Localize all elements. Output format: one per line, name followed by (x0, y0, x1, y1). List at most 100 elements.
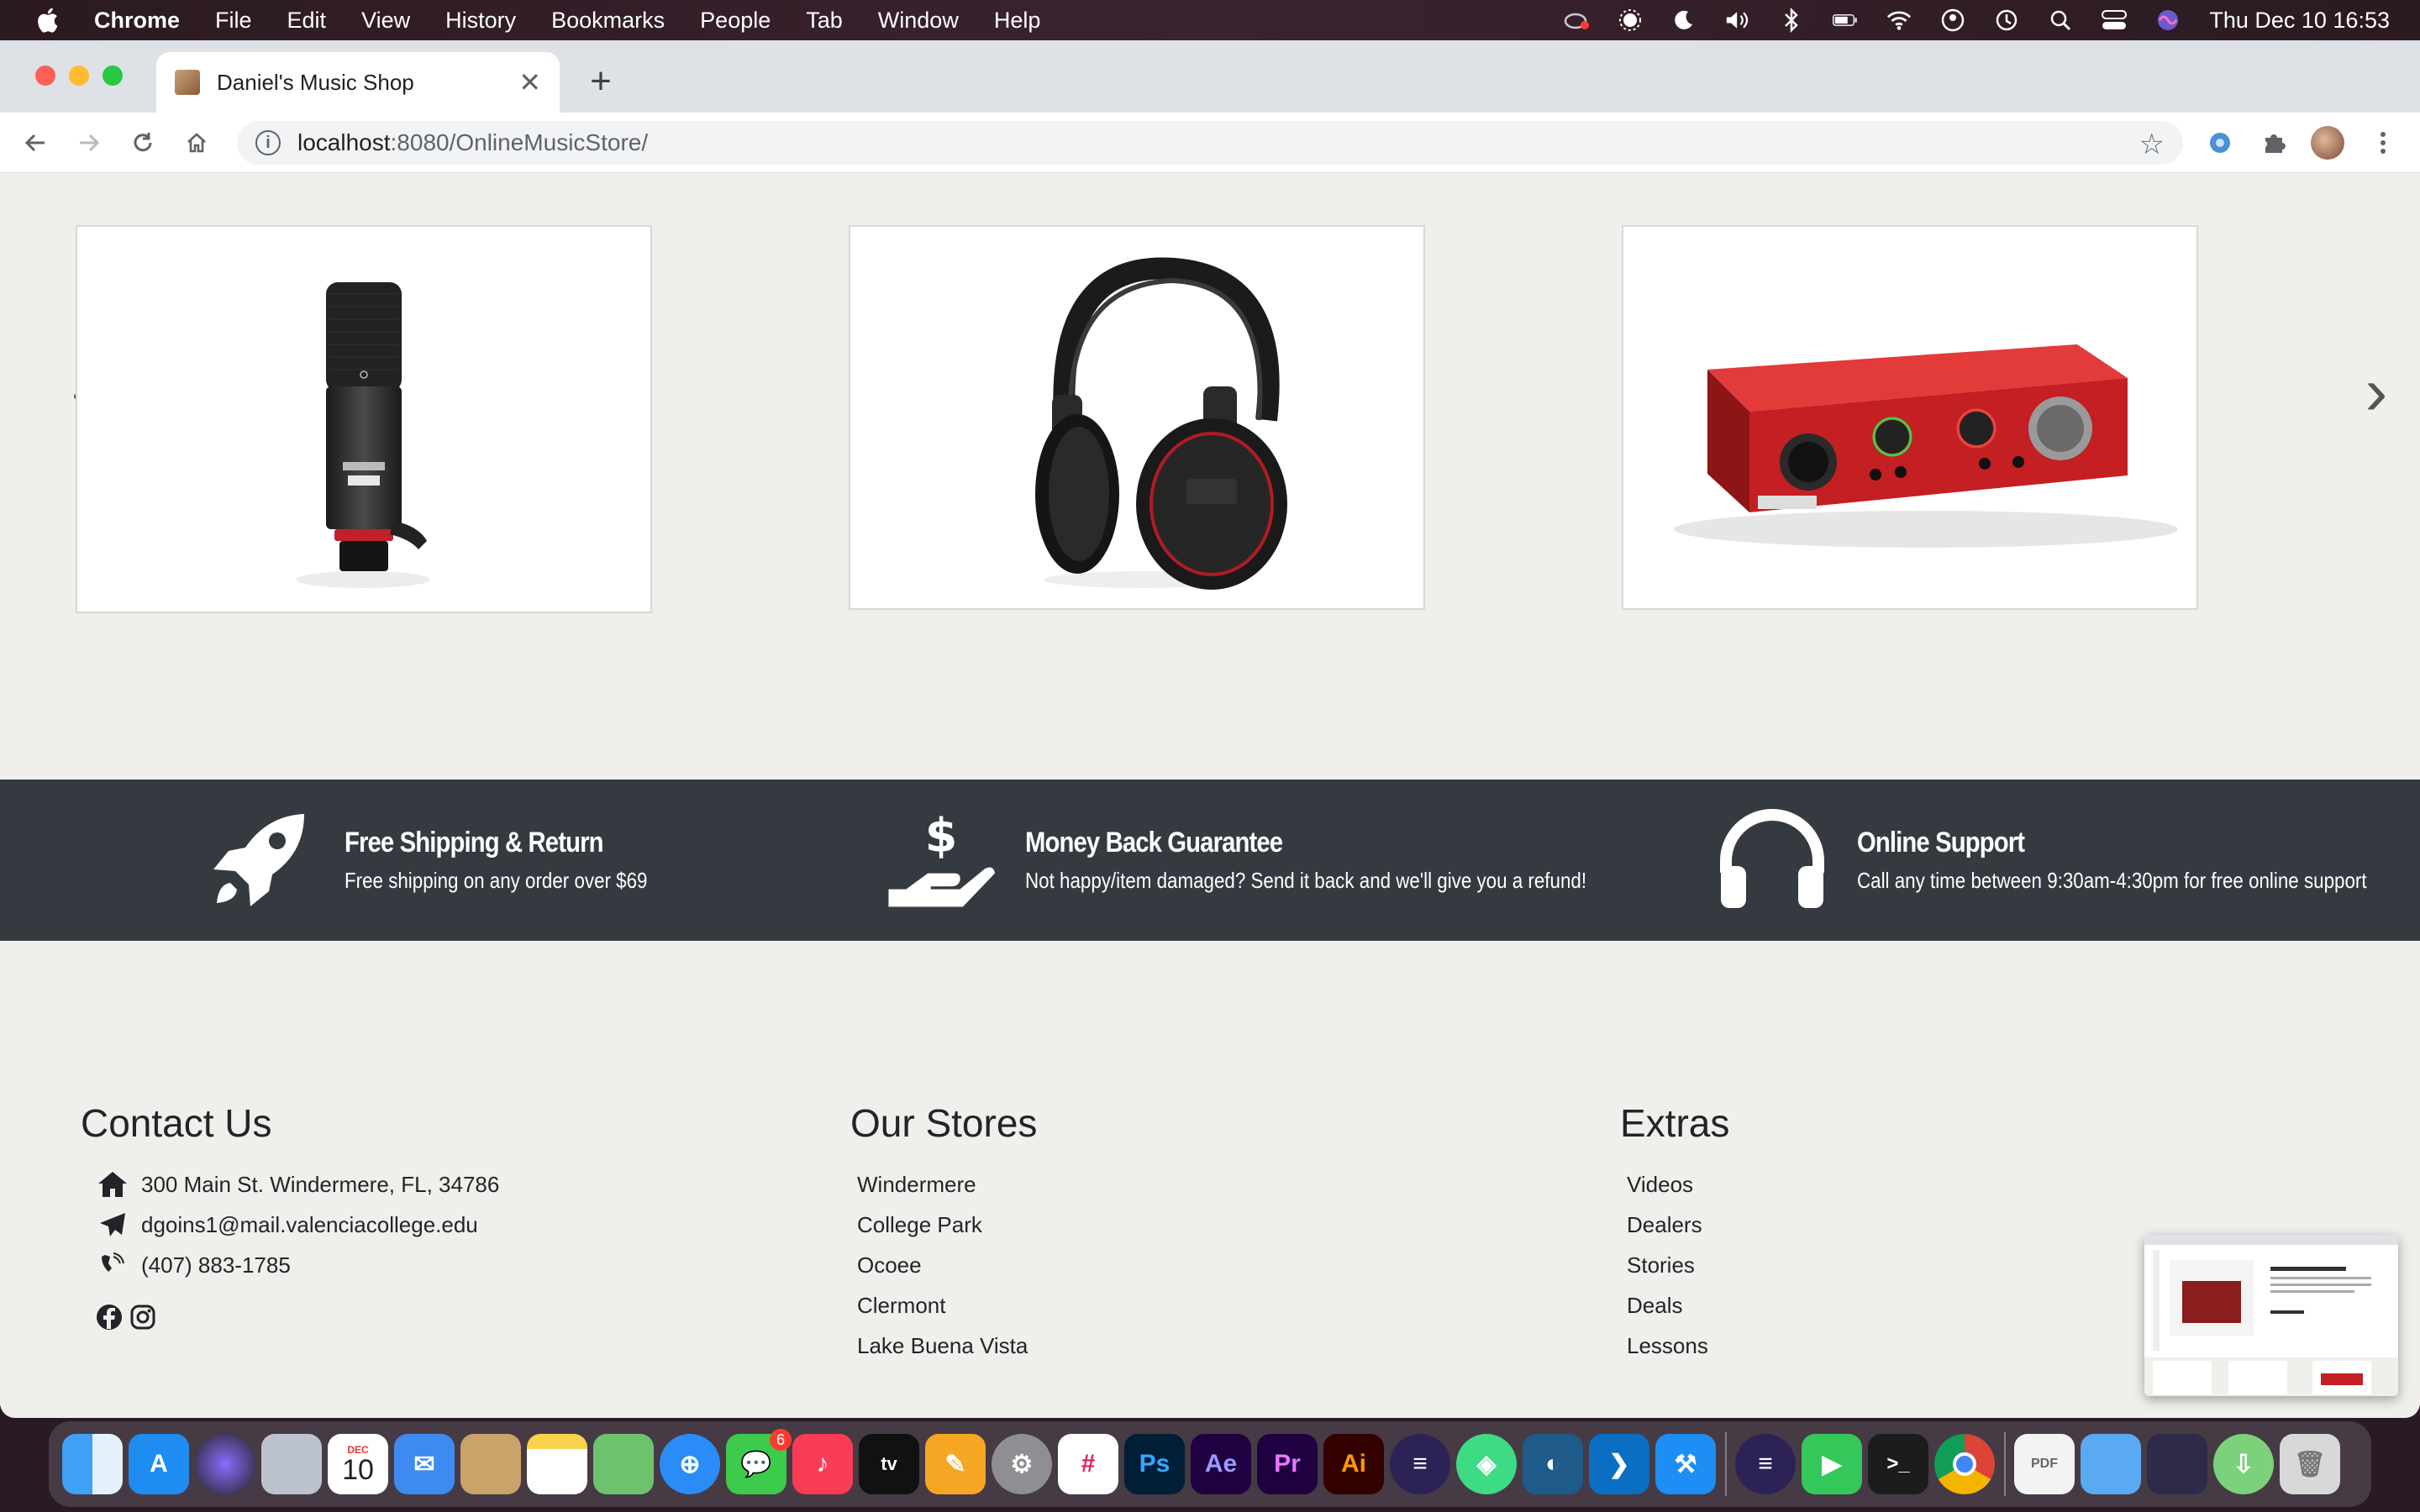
menubar-clock[interactable]: Thu Dec 10 16:53 (2209, 8, 2390, 34)
carousel-next-arrow-icon[interactable]: › (2351, 358, 2402, 425)
menu-edit[interactable]: Edit (287, 8, 327, 34)
messages-icon[interactable]: 💬 6 (726, 1429, 792, 1494)
extras-link[interactable]: Videos (1620, 1164, 1729, 1205)
menu-window[interactable]: Window (878, 8, 959, 34)
screenshot-stack-icon[interactable] (2147, 1434, 2207, 1494)
contact-email-text[interactable]: dgoins1@mail.valenciacollege.edu (141, 1212, 478, 1238)
menu-view[interactable]: View (361, 8, 410, 34)
trash-icon[interactable]: 🗑 (2280, 1434, 2340, 1494)
bluetooth-icon[interactable] (1779, 8, 1804, 33)
footer-heading-stores: Our Stores (850, 1101, 1038, 1145)
control-center-icon[interactable] (2102, 8, 2128, 33)
wifi-icon[interactable] (1886, 8, 1912, 33)
time-machine-icon[interactable] (1994, 8, 2019, 33)
launchpad-icon[interactable] (261, 1434, 322, 1494)
creative-cloud-icon[interactable] (1564, 8, 1590, 33)
brightness-icon[interactable] (1618, 8, 1643, 33)
store-link[interactable]: Clermont (850, 1285, 1037, 1326)
illustrator-icon[interactable]: Ai (1323, 1434, 1384, 1494)
back-button[interactable] (17, 124, 54, 161)
contact-phone-text[interactable]: (407) 883-1785 (141, 1252, 291, 1278)
extras-link[interactable]: Lessons (1620, 1326, 1729, 1366)
product-card-audio-interface[interactable] (1622, 225, 2198, 610)
address-bar[interactable]: i localhost:8080/OnlineMusicStore/ ☆ (237, 121, 2183, 165)
extension-gear-icon[interactable] (2202, 124, 2238, 161)
tv-icon[interactable]: tv (859, 1434, 919, 1494)
close-tab-icon[interactable]: ✕ (518, 66, 541, 98)
music-icon[interactable]: ♪ (792, 1434, 853, 1494)
minimize-window-button[interactable] (69, 66, 89, 86)
feature-title: Online Support (1857, 827, 2025, 858)
safari-icon[interactable]: ⊕ (660, 1434, 720, 1494)
vscode-icon[interactable]: ❯ (1589, 1434, 1649, 1494)
mysql-workbench-icon[interactable]: ◐ (1523, 1434, 1583, 1494)
site-info-icon[interactable]: i (255, 130, 281, 155)
apple-logo-icon[interactable] (34, 5, 64, 35)
finder-icon[interactable] (62, 1434, 123, 1494)
extras-link[interactable]: Stories (1620, 1245, 1729, 1285)
screenshot-thumbnail[interactable] (2144, 1235, 2398, 1396)
eclipse-2-icon[interactable]: ≡ (1735, 1434, 1796, 1494)
menu-help[interactable]: Help (994, 8, 1041, 34)
facetime-icon[interactable]: ▶ (1802, 1434, 1862, 1494)
product-card-headphones[interactable] (849, 225, 1425, 610)
bookmark-star-icon[interactable]: ☆ (2139, 128, 2165, 161)
menu-bookmarks[interactable]: Bookmarks (551, 8, 665, 34)
chrome-icon[interactable] (1934, 1434, 1995, 1494)
profile-avatar[interactable] (2311, 126, 2344, 160)
siri-app-icon[interactable] (195, 1434, 255, 1494)
menu-people[interactable]: People (700, 8, 771, 34)
android-studio-icon[interactable]: ◈ (1456, 1434, 1517, 1494)
extras-link[interactable]: Dealers (1620, 1205, 1729, 1245)
menu-tab[interactable]: Tab (806, 8, 843, 34)
store-link[interactable]: Windermere (850, 1164, 1037, 1205)
contacts-icon[interactable] (460, 1434, 521, 1494)
mail-icon[interactable]: ✉ (394, 1434, 455, 1494)
calendar-icon[interactable]: DEC 10 (328, 1434, 388, 1494)
system-preferences-icon[interactable]: ⚙ (992, 1434, 1052, 1494)
product-card-microphone[interactable] (76, 225, 652, 613)
store-link[interactable]: Lake Buena Vista (850, 1326, 1037, 1366)
page-content: ‹ › (0, 173, 2420, 1418)
home-button[interactable] (178, 124, 215, 161)
footer-heading-extras: Extras (1620, 1101, 1730, 1145)
menu-chrome[interactable]: Chrome (94, 8, 180, 34)
transmit-icon[interactable]: ⇩ (2213, 1434, 2274, 1494)
volume-icon[interactable] (1725, 8, 1750, 33)
premiere-pro-icon[interactable]: Pr (1257, 1434, 1318, 1494)
close-window-button[interactable] (35, 66, 55, 86)
facebook-icon[interactable] (96, 1304, 123, 1331)
chrome-menu-icon[interactable] (2365, 124, 2402, 161)
tab-active[interactable]: Daniel's Music Shop ✕ (156, 52, 560, 113)
extras-link[interactable]: Deals (1620, 1285, 1729, 1326)
siri-icon[interactable] (2155, 8, 2181, 33)
footer-heading-contact: Contact Us (81, 1101, 272, 1145)
after-effects-icon[interactable]: Ae (1191, 1434, 1251, 1494)
slack-icon[interactable]: # (1058, 1434, 1118, 1494)
terminal-icon[interactable]: >_ (1868, 1434, 1928, 1494)
store-link[interactable]: Ocoee (850, 1245, 1037, 1285)
maps-icon[interactable] (593, 1434, 654, 1494)
pages-icon[interactable]: ✎ (925, 1434, 986, 1494)
extensions-puzzle-icon[interactable] (2255, 124, 2292, 161)
store-link[interactable]: College Park (850, 1205, 1037, 1245)
app-store-icon[interactable]: A (129, 1434, 189, 1494)
reload-button[interactable] (124, 124, 161, 161)
spotlight-search-icon[interactable] (2048, 8, 2073, 33)
xcode-icon[interactable]: ⚒ (1655, 1434, 1716, 1494)
new-tab-button[interactable]: + (580, 60, 622, 102)
dock-separator (2004, 1432, 2006, 1496)
instagram-icon[interactable] (129, 1304, 156, 1331)
eclipse-icon[interactable]: ≡ (1390, 1434, 1450, 1494)
battery-icon[interactable] (1833, 8, 1858, 33)
notes-icon[interactable] (527, 1434, 587, 1494)
photoshop-icon[interactable]: Ps (1124, 1434, 1185, 1494)
menu-file[interactable]: File (215, 8, 252, 34)
moon-icon[interactable] (1671, 8, 1697, 33)
folder-icon[interactable] (2081, 1434, 2141, 1494)
menu-history[interactable]: History (445, 8, 516, 34)
user-account-icon[interactable] (1940, 8, 1965, 33)
pdf-document-icon[interactable]: PDF (2014, 1434, 2075, 1494)
zoom-window-button[interactable] (103, 66, 123, 86)
forward-button[interactable] (71, 124, 108, 161)
